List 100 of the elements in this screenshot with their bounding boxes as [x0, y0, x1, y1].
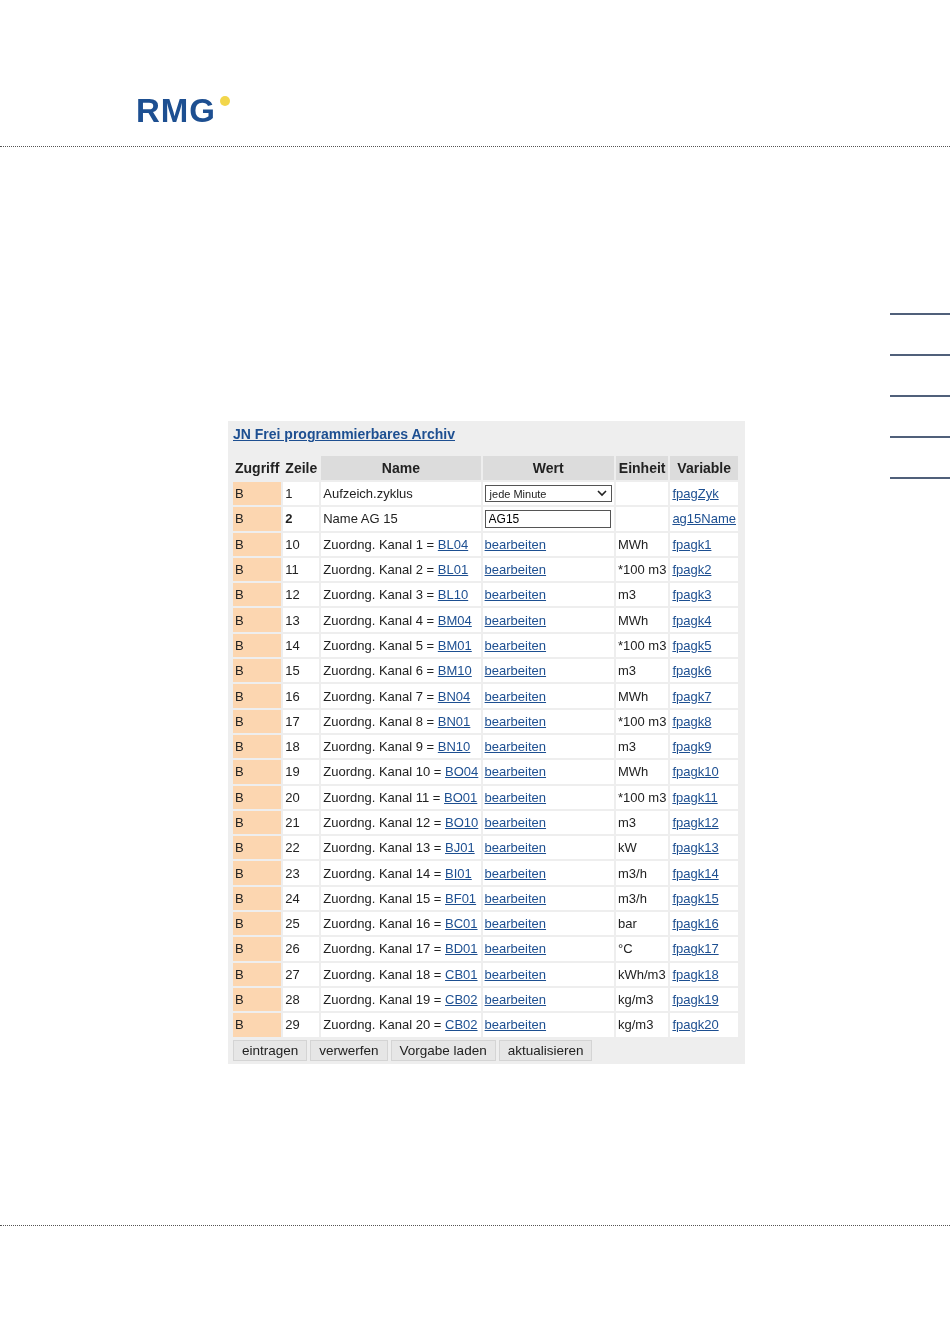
code-link[interactable]: BJ01: [445, 840, 475, 856]
column-header: Einheit: [615, 456, 669, 480]
table-cell: Zuordng. Kanal 16 =: [323, 916, 442, 932]
table-cell: 15: [283, 659, 320, 683]
table-cell: Zuordng. Kanal 17 =: [323, 941, 442, 957]
table-cell: °C: [617, 941, 633, 957]
table-cell: B: [233, 987, 282, 1012]
table-cell: 21: [283, 810, 320, 835]
table-cell: B: [233, 785, 282, 809]
table-cell: B: [233, 836, 282, 860]
code-link[interactable]: BM01: [437, 637, 472, 653]
table-cell: kW: [617, 840, 637, 856]
code-link[interactable]: BM04: [437, 612, 472, 628]
table-cell: 26: [283, 937, 320, 961]
table-cell: B: [233, 659, 282, 683]
code-link[interactable]: BL04: [437, 536, 469, 552]
table-cell: B: [233, 1013, 282, 1037]
code-link[interactable]: BM10: [437, 663, 472, 679]
table-cell: B: [233, 912, 282, 936]
table-cell: Zuordng. Kanal 3 =: [323, 587, 435, 603]
table-cell: kWh/m3: [617, 966, 666, 982]
code-link[interactable]: BC01: [445, 916, 478, 932]
table-cell: 17: [283, 709, 320, 733]
table-cell: m3/h: [617, 865, 647, 881]
table-cell: 16: [283, 684, 320, 708]
column-header: Variable: [670, 456, 738, 480]
table-cell: Zuordng. Kanal 11 =: [323, 789, 441, 805]
table-cell: kg/m3: [617, 992, 654, 1008]
code-link[interactable]: BL01: [437, 562, 469, 578]
table-cell: B: [233, 886, 282, 911]
code-link[interactable]: CB02: [445, 1017, 478, 1033]
table-cell: 20: [283, 785, 320, 809]
table-cell: *100 m3: [617, 562, 667, 578]
table-cell: 25: [283, 912, 320, 936]
table-cell: Zuordng. Kanal 6 =: [323, 663, 435, 679]
action-button[interactable]: verwerfen: [310, 1039, 388, 1061]
table-cell: 27: [283, 962, 320, 986]
code-link[interactable]: BL10: [437, 587, 469, 603]
table-cell: m3: [617, 815, 637, 830]
table-cell: Zuordng. Kanal 12 =: [323, 815, 442, 830]
code-link[interactable]: CB02: [445, 992, 478, 1008]
table-cell: 29: [283, 1013, 320, 1037]
code-link[interactable]: BN04: [437, 688, 471, 704]
table-cell: *100 m3: [617, 789, 667, 805]
code-link[interactable]: BN01: [437, 713, 471, 729]
action-button[interactable]: Vorgabe laden: [390, 1039, 496, 1061]
table-cell: MWh: [617, 688, 649, 704]
code-link[interactable]: BO01: [444, 789, 478, 805]
table-cell: 11: [283, 557, 320, 582]
column-header: Wert: [482, 456, 614, 480]
table-cell: 14: [283, 633, 320, 658]
table-cell: Zuordng. Kanal 19 =: [323, 992, 442, 1008]
table-cell: B: [233, 482, 282, 506]
table-cell: Zuordng. Kanal 20 =: [323, 1017, 442, 1033]
code-link[interactable]: BO04: [445, 764, 479, 780]
action-button[interactable]: aktualisieren: [498, 1039, 593, 1061]
table-cell: B: [233, 608, 282, 632]
table-cell: MWh: [617, 536, 649, 552]
code-link[interactable]: BN10: [437, 739, 471, 755]
table-cell: Zuordng. Kanal 2 =: [323, 562, 435, 578]
code-link[interactable]: BD01: [445, 941, 478, 957]
table-cell: B: [233, 557, 282, 582]
table-cell: Zuordng. Kanal 9 =: [323, 739, 435, 755]
table-cell: MWh: [617, 612, 649, 628]
table-cell: Aufzeich.zyklus: [321, 482, 481, 506]
table-cell: Name AG 15: [321, 507, 481, 531]
table-cell: 18: [283, 734, 320, 759]
table-cell: 28: [283, 987, 320, 1012]
logo-text: RMG: [136, 93, 216, 129]
table-cell: 2: [283, 507, 320, 531]
table-cell: m3/h: [617, 890, 647, 906]
logo-dot-icon: [220, 96, 230, 106]
table-cell: Zuordng. Kanal 5 =: [323, 637, 435, 653]
table-cell: B: [233, 532, 282, 556]
interval-dropdown[interactable]: jede Minute: [484, 485, 612, 503]
table-cell: 1: [283, 482, 320, 506]
table-cell: Zuordng. Kanal 18 =: [323, 966, 442, 982]
table-cell: B: [233, 937, 282, 961]
code-link[interactable]: CB01: [445, 966, 478, 982]
table-cell: B: [233, 709, 282, 733]
table-cell: B: [233, 507, 282, 531]
table-cell: B: [233, 684, 282, 708]
table-cell: Zuordng. Kanal 4 =: [323, 612, 435, 628]
table-cell: MWh: [617, 764, 649, 780]
table-cell: 10: [283, 532, 320, 556]
action-button[interactable]: eintragen: [233, 1039, 308, 1061]
panel-title-link[interactable]: JN Frei programmierbares Archiv: [233, 426, 455, 442]
code-link[interactable]: BI01: [445, 865, 472, 881]
table-cell: 23: [283, 861, 320, 885]
code-link[interactable]: BF01: [445, 890, 477, 906]
table-cell: bar: [617, 916, 637, 932]
table-cell: Zuordng. Kanal 8 =: [323, 713, 435, 729]
table-cell: Zuordng. Kanal 1 =: [323, 536, 435, 552]
table-cell: Zuordng. Kanal 13 =: [323, 840, 442, 856]
table-cell: B: [233, 633, 282, 658]
name-input-field[interactable]: AG15: [484, 509, 611, 528]
table-cell: 13: [283, 608, 320, 632]
table-cell: m3: [617, 663, 637, 679]
table-cell: Zuordng. Kanal 7 =: [323, 688, 435, 704]
code-link[interactable]: BO10: [445, 815, 479, 830]
